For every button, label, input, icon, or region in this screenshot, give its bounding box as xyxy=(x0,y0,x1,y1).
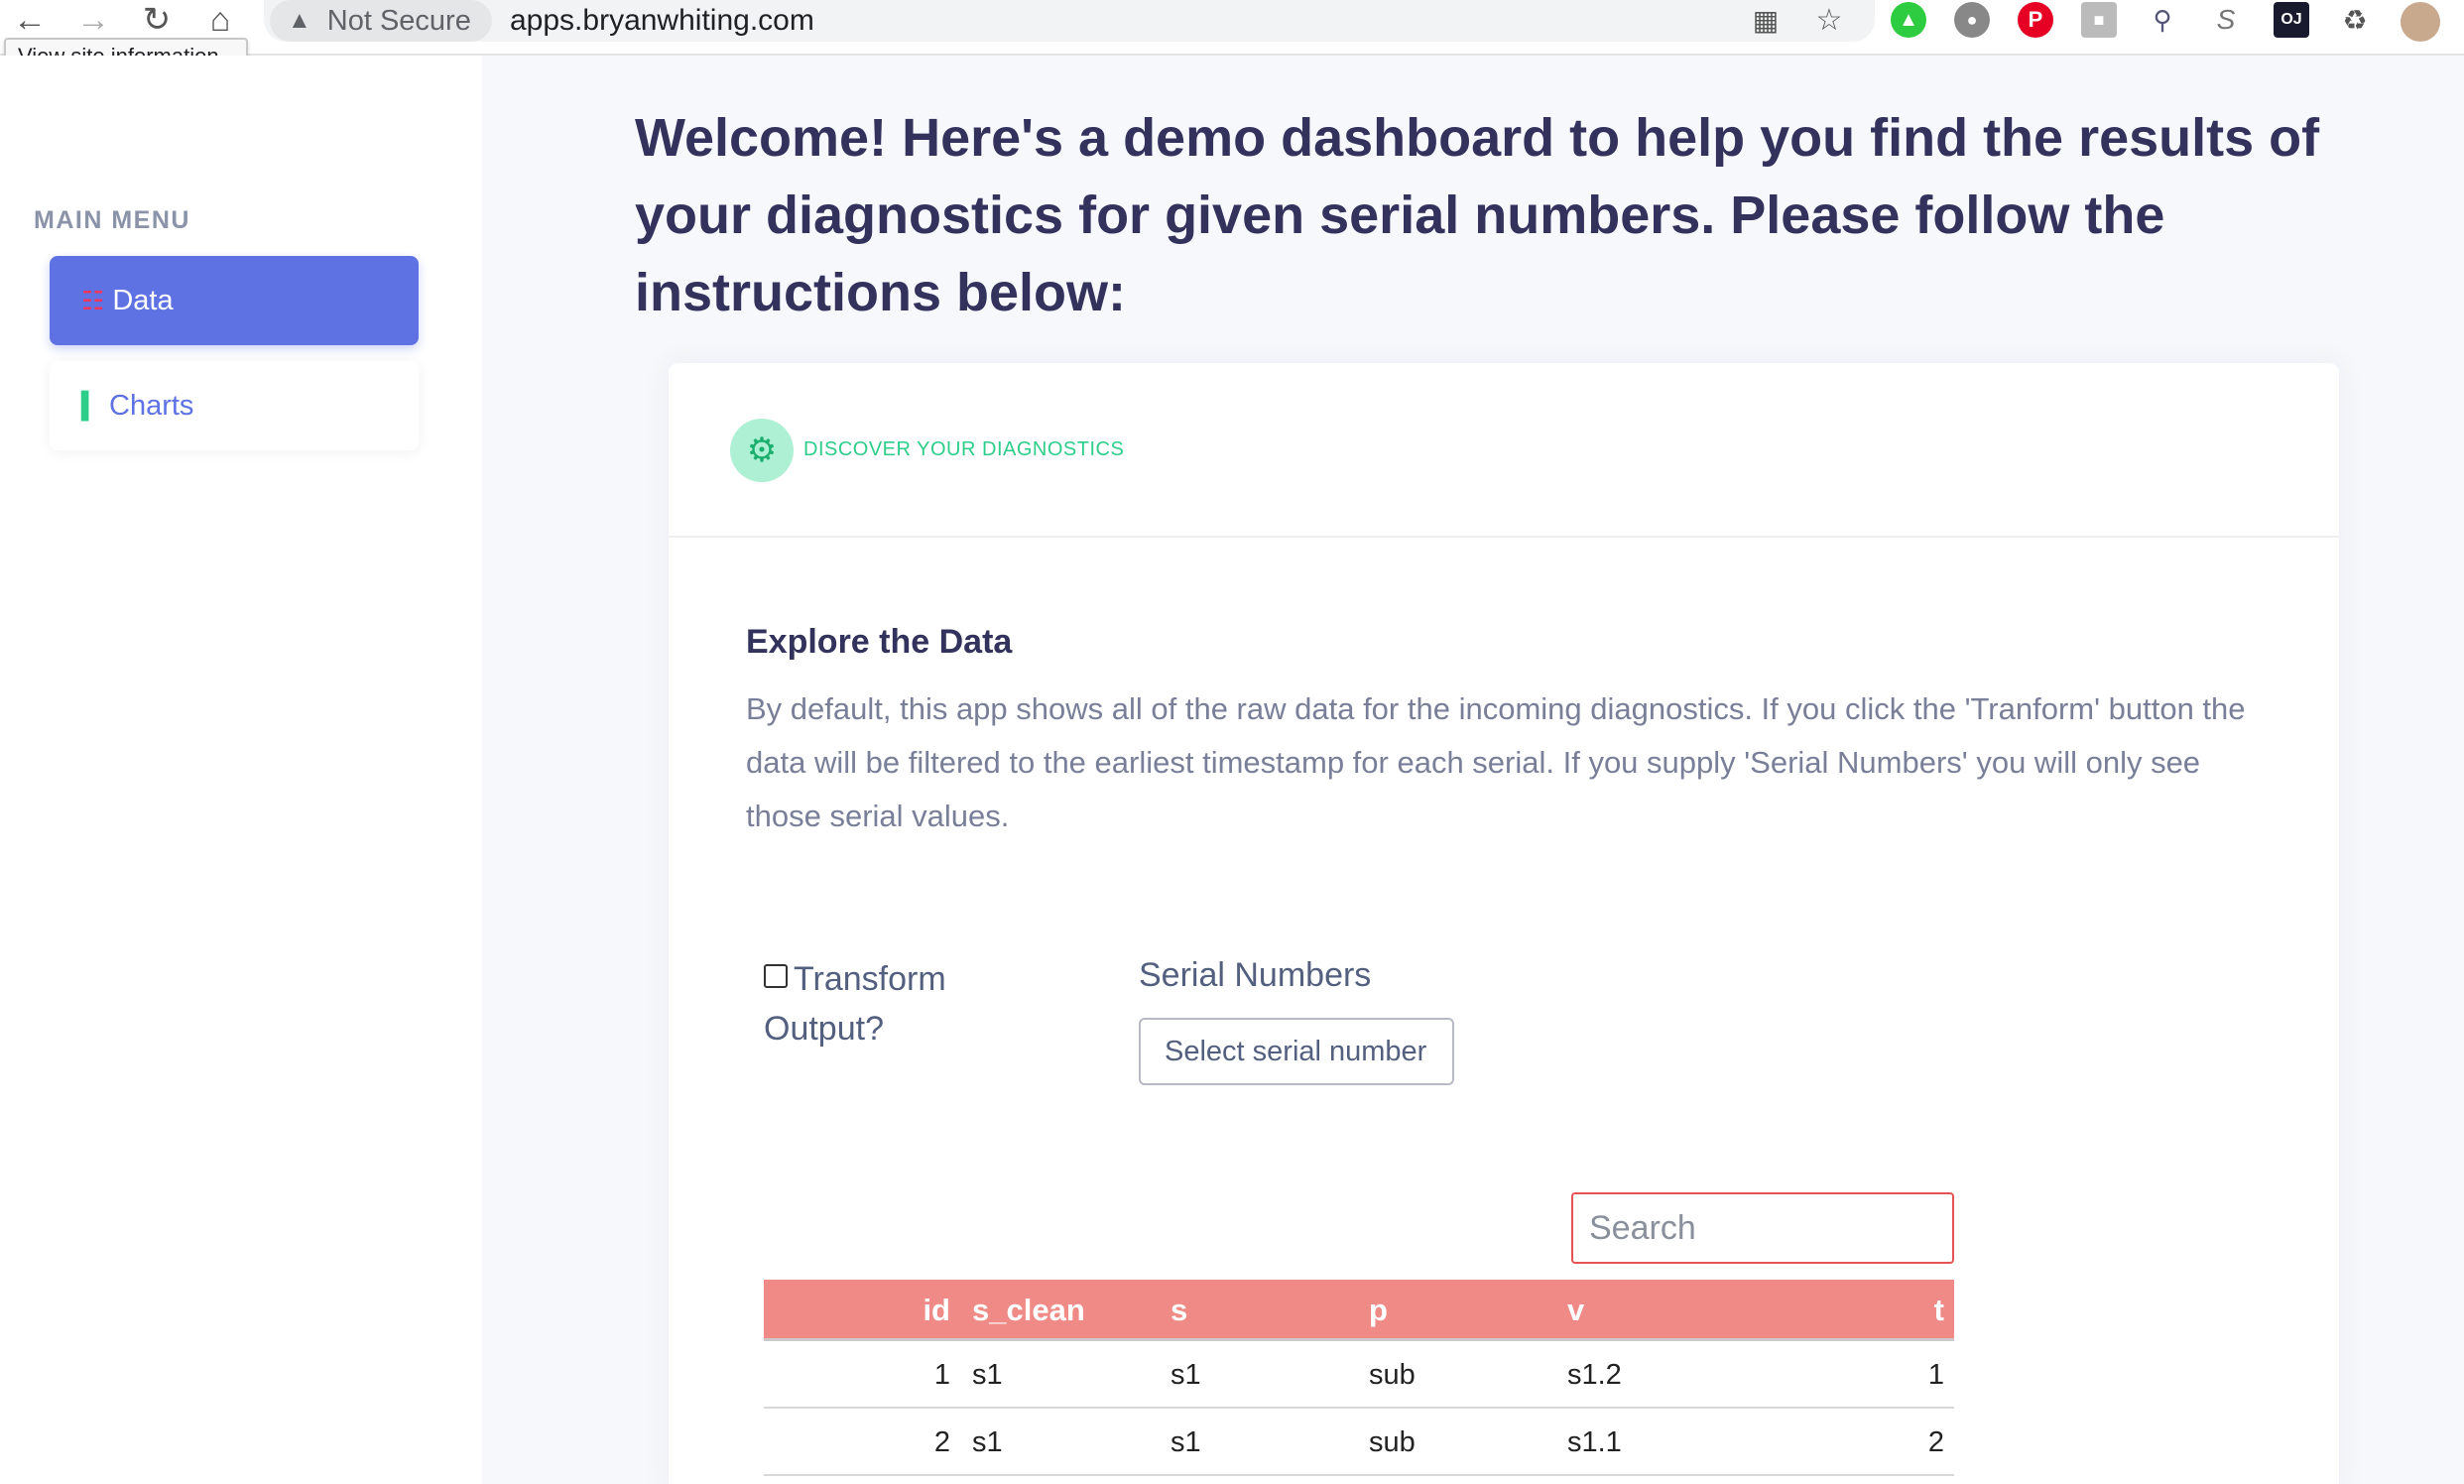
transform-control[interactable]: Transform Output? xyxy=(764,954,1002,1053)
sidebar: MAIN MENU ☷ Data ▍​ Charts xyxy=(0,56,482,1484)
cell-s-clean: s1 xyxy=(972,1426,1003,1458)
gears-icon: ⚙ xyxy=(730,419,794,482)
avatar[interactable] xyxy=(2401,2,2440,42)
sidebar-item-label: Charts xyxy=(109,389,194,422)
cell-s-clean: s1 xyxy=(972,1359,1003,1391)
sidebar-item-label: Data xyxy=(112,284,174,316)
column-header-s-clean[interactable]: s_clean xyxy=(972,1280,1085,1341)
home-icon[interactable]: ⌂ xyxy=(196,0,244,40)
table-row: 2 s1 s1 sub s1.1 2 xyxy=(764,1409,1954,1476)
table-icon: ☷ xyxy=(81,285,105,315)
cell-v: s1.1 xyxy=(1567,1426,1622,1458)
cell-p: sub xyxy=(1369,1426,1416,1458)
site-info-button[interactable]: ▲ Not Secure xyxy=(270,0,492,42)
address-bar[interactable] xyxy=(264,0,1875,42)
magnifier-icon[interactable]: ⚲ xyxy=(2145,2,2180,38)
cell-v: s1.2 xyxy=(1567,1359,1622,1391)
table-header: id s_clean s p v t xyxy=(764,1280,1954,1341)
reload-icon[interactable]: ↻ xyxy=(133,0,181,40)
bar-chart-icon: ▍​ xyxy=(81,390,101,421)
section-description: By default, this app shows all of the ra… xyxy=(746,691,2246,833)
cell-s: s1 xyxy=(1170,1359,1201,1391)
card-header: ⚙ DISCOVER YOUR DIAGNOSTICS xyxy=(669,363,2339,538)
column-header-t[interactable]: t xyxy=(1756,1280,1944,1341)
menu-title: MAIN MENU xyxy=(34,206,190,234)
column-header-v[interactable]: v xyxy=(1567,1280,1584,1341)
sidebar-item-charts[interactable]: ▍​ Charts xyxy=(50,361,419,450)
data-table: id s_clean s p v t 1 s1 s1 sub s1.2 1 2 … xyxy=(764,1280,1954,1476)
column-header-id[interactable]: id xyxy=(764,1280,950,1341)
cell-id: 2 xyxy=(933,1426,950,1458)
cell-t: 2 xyxy=(1927,1426,1944,1458)
pinterest-icon[interactable]: P xyxy=(2018,2,2053,38)
cell-p: sub xyxy=(1369,1359,1416,1391)
s-icon[interactable]: S xyxy=(2208,2,2244,38)
serial-number-select[interactable]: Select serial number xyxy=(1139,1018,1454,1085)
transform-checkbox[interactable] xyxy=(764,964,788,988)
column-header-s[interactable]: s xyxy=(1170,1280,1187,1341)
green-extension-icon[interactable]: ▲ xyxy=(1891,2,1926,38)
diagnostics-card: ⚙ DISCOVER YOUR DIAGNOSTICS Explore the … xyxy=(669,363,2339,1484)
grey-square-icon[interactable]: ■ xyxy=(2081,2,2117,38)
grey-circle-icon[interactable]: ● xyxy=(1954,2,1990,38)
column-header-p[interactable]: p xyxy=(1369,1280,1388,1341)
back-arrow-icon[interactable]: ← xyxy=(6,0,54,40)
forward-arrow-icon[interactable]: → xyxy=(69,0,117,40)
grid-icon[interactable]: ▦ xyxy=(1748,2,1784,38)
warning-icon: ▲ xyxy=(288,7,311,34)
sidebar-item-data[interactable]: ☷ Data xyxy=(50,256,419,345)
security-label: Not Secure xyxy=(326,4,471,37)
browser-toolbar: ← → ↻ ⌂ ▲ Not Secure apps.bryanwhiting.c… xyxy=(0,0,2464,56)
page-headline: Welcome! Here's a demo dashboard to help… xyxy=(635,108,2320,322)
puzzle-icon[interactable]: ♻ xyxy=(2337,2,2373,38)
cell-id: 1 xyxy=(933,1359,950,1391)
star-icon[interactable]: ☆ xyxy=(1811,2,1847,38)
cell-s: s1 xyxy=(1170,1426,1201,1458)
cell-t: 1 xyxy=(1927,1359,1944,1391)
table-row: 1 s1 s1 sub s1.2 1 xyxy=(764,1341,1954,1409)
card-header-title: DISCOVER YOUR DIAGNOSTICS xyxy=(803,438,1125,460)
transform-label: Transform Output? xyxy=(764,960,946,1048)
oj-icon[interactable]: OJ xyxy=(2274,2,2309,38)
section-title: Explore the Data xyxy=(746,623,1013,661)
url-text[interactable]: apps.bryanwhiting.com xyxy=(510,4,814,38)
serial-numbers-label: Serial Numbers xyxy=(1139,956,1372,994)
search-input[interactable]: Search xyxy=(1571,1192,1954,1264)
